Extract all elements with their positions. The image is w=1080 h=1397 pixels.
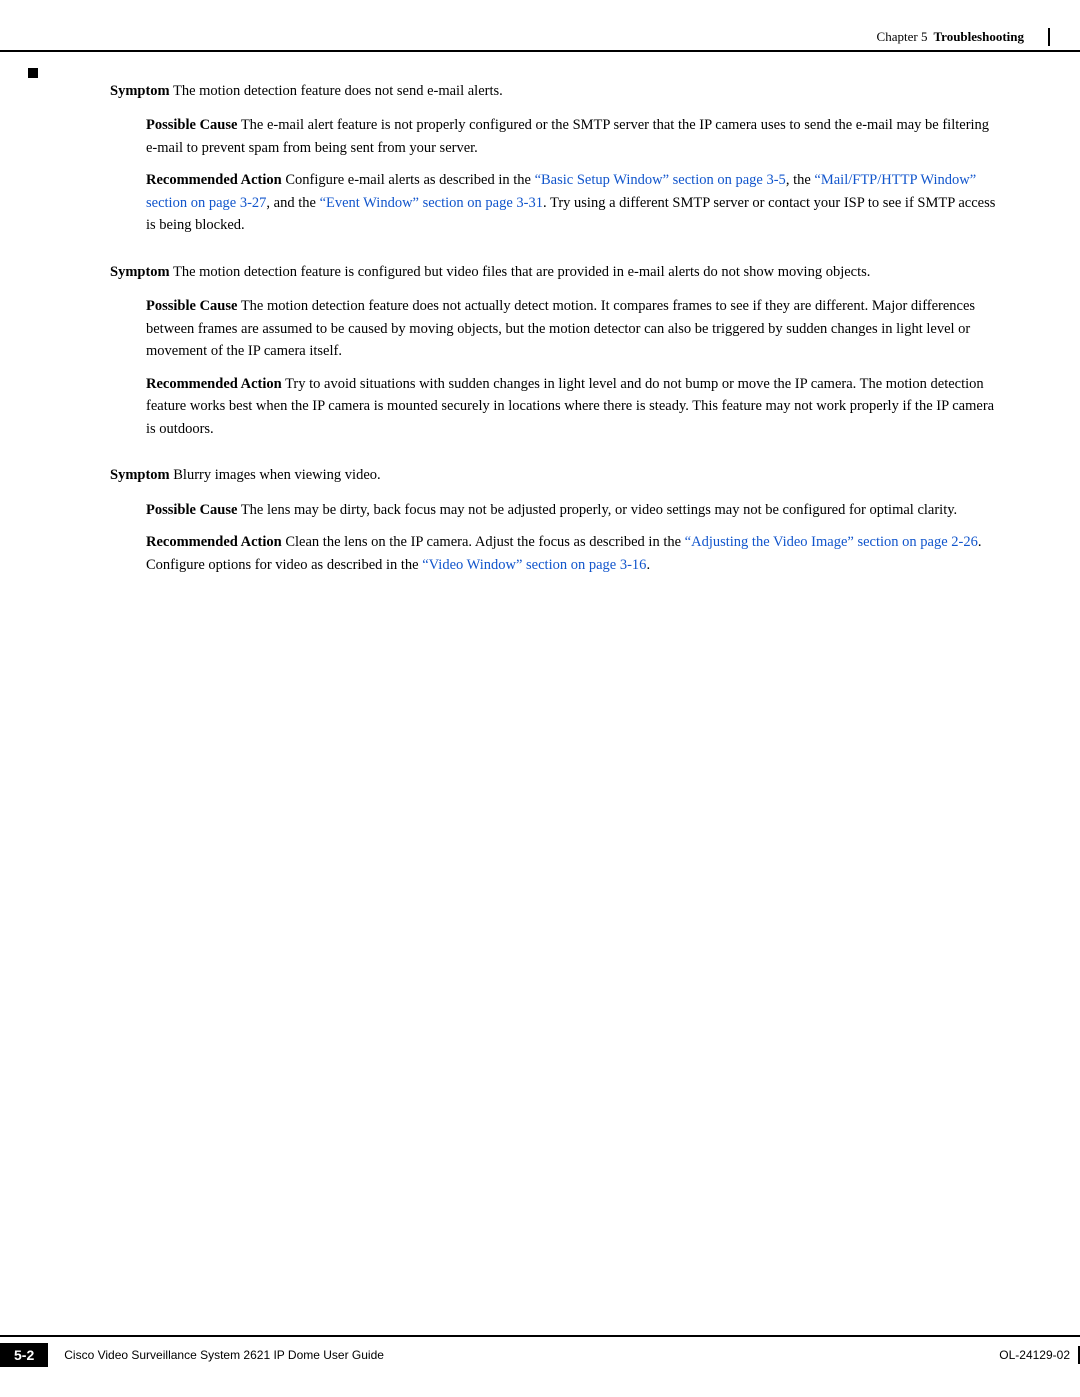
link-event-window[interactable]: “Event Window” section on page 3-31 — [320, 195, 543, 211]
recommended-action-2-label: Recommended Action — [146, 376, 282, 392]
symptom-1-label: Symptom — [110, 83, 170, 99]
footer-left: 5-2 Cisco Video Surveillance System 2621… — [0, 1343, 384, 1367]
symptom-1-line: Symptom The motion detection feature doe… — [110, 80, 1000, 102]
page: Chapter 5 Troubleshooting Symptom The mo… — [0, 0, 1080, 1397]
recommended-action-3-label: Recommended Action — [146, 534, 282, 550]
symptom-2-label: Symptom — [110, 264, 170, 280]
possible-cause-2-label: Possible Cause — [146, 298, 237, 314]
link-basic-setup[interactable]: “Basic Setup Window” section on page 3-5 — [535, 172, 786, 188]
footer-doc-title: Cisco Video Surveillance System 2621 IP … — [64, 1348, 384, 1362]
header: Chapter 5 Troubleshooting — [877, 28, 1080, 46]
footer-bar — [0, 1335, 1080, 1337]
recommended-action-3-post: . — [646, 557, 650, 573]
symptom-2-text: The motion detection feature is configur… — [170, 264, 871, 280]
recommended-action-1-mid2: , and the — [266, 195, 319, 211]
footer-right: OL-24129-02 — [999, 1346, 1080, 1364]
symptom-block-1: Symptom The motion detection feature doe… — [110, 80, 1000, 237]
symptom-3-recommended-action: Recommended Action Clean the lens on the… — [146, 531, 1000, 576]
symptom-2-recommended-action: Recommended Action Try to avoid situatio… — [146, 373, 1000, 440]
symptom-3-line: Symptom Blurry images when viewing video… — [110, 464, 1000, 486]
symptom-1-text: The motion detection feature does not se… — [170, 83, 503, 99]
symptom-1-possible-cause: Possible Cause The e-mail alert feature … — [146, 114, 1000, 159]
chapter-label: Chapter 5 — [877, 29, 928, 45]
chapter-title: Troubleshooting — [933, 29, 1024, 45]
recommended-action-3-pre: Clean the lens on the IP camera. Adjust … — [282, 534, 685, 550]
possible-cause-1-label: Possible Cause — [146, 117, 237, 133]
symptom-block-2: Symptom The motion detection feature is … — [110, 261, 1000, 440]
symptom-3-text: Blurry images when viewing video. — [170, 467, 381, 483]
possible-cause-2-text: The motion detection feature does not ac… — [146, 298, 975, 359]
recommended-action-1-label: Recommended Action — [146, 172, 282, 188]
left-margin-mark — [28, 68, 38, 78]
recommended-action-1-pre: Configure e-mail alerts as described in … — [282, 172, 535, 188]
symptom-1-recommended-action: Recommended Action Configure e-mail aler… — [146, 169, 1000, 236]
symptom-3-possible-cause: Possible Cause The lens may be dirty, ba… — [146, 499, 1000, 521]
possible-cause-3-text: The lens may be dirty, back focus may no… — [237, 502, 957, 518]
main-content: Symptom The motion detection feature doe… — [110, 80, 1000, 600]
recommended-action-1-mid1: , the — [786, 172, 815, 188]
page-number: 5-2 — [0, 1343, 48, 1367]
possible-cause-3-label: Possible Cause — [146, 502, 237, 518]
link-video-window[interactable]: “Video Window” section on page 3-16 — [422, 557, 646, 573]
symptom-2-possible-cause: Possible Cause The motion detection feat… — [146, 295, 1000, 362]
header-bar — [0, 50, 1080, 52]
header-divider — [1048, 28, 1050, 46]
symptom-3-label: Symptom — [110, 467, 170, 483]
footer-doc-number: OL-24129-02 — [999, 1348, 1070, 1362]
symptom-2-line: Symptom The motion detection feature is … — [110, 261, 1000, 283]
link-adjusting-video[interactable]: “Adjusting the Video Image” section on p… — [685, 534, 978, 550]
possible-cause-1-text: The e-mail alert feature is not properly… — [146, 117, 989, 155]
symptom-block-3: Symptom Blurry images when viewing video… — [110, 464, 1000, 576]
footer: 5-2 Cisco Video Surveillance System 2621… — [0, 1343, 1080, 1367]
